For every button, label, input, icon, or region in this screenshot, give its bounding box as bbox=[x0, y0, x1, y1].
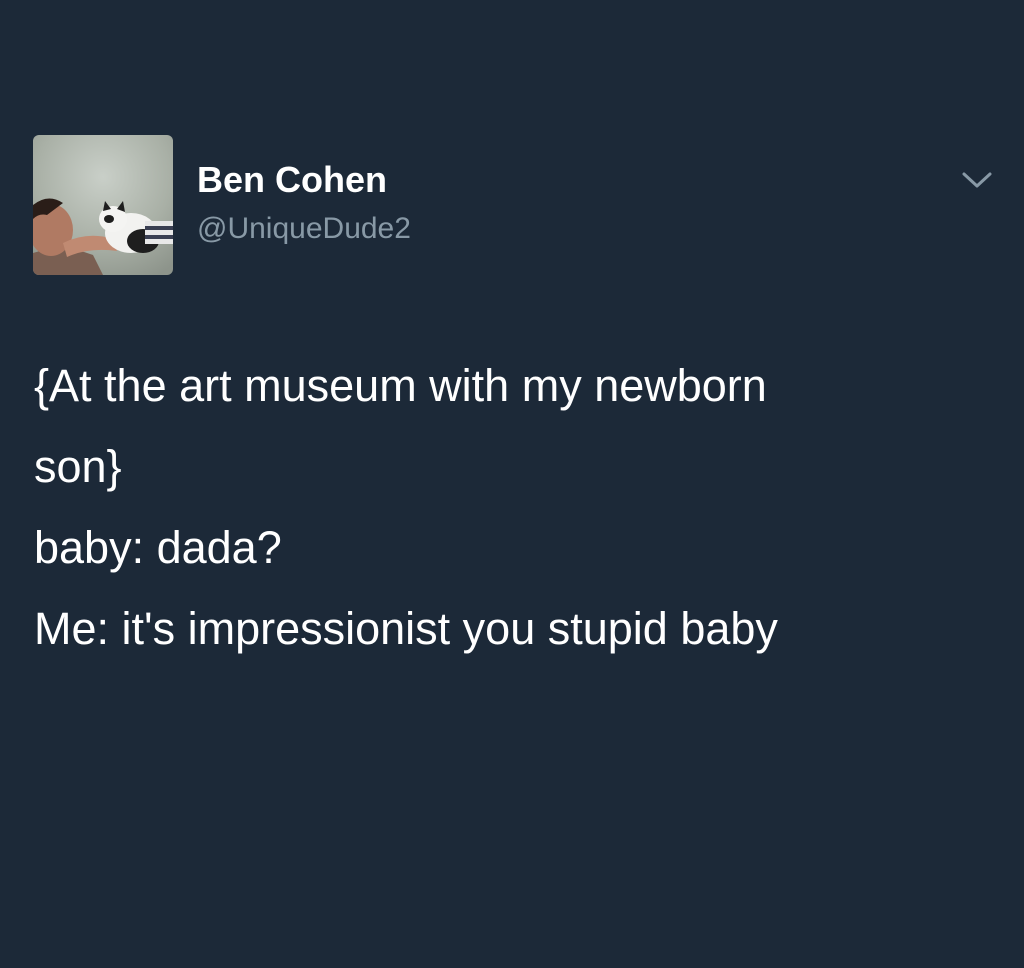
chevron-down-icon bbox=[962, 172, 992, 188]
author-display-name[interactable]: Ben Cohen bbox=[197, 158, 387, 202]
avatar-photo bbox=[33, 135, 173, 275]
tweet-card: Ben Cohen @UniqueDude2 {At the art museu… bbox=[0, 0, 1024, 968]
tweet-text-line: Me: it's impressionist you stupid baby bbox=[34, 603, 778, 654]
tweet-text-line: {At the art museum with my newborn bbox=[34, 360, 767, 411]
tweet-text: {At the art museum with my newborn son} … bbox=[34, 345, 994, 669]
author-handle[interactable]: @UniqueDude2 bbox=[197, 210, 411, 248]
tweet-text-line: son} bbox=[34, 441, 122, 492]
author-avatar[interactable] bbox=[33, 135, 173, 275]
tweet-text-line: baby: dada? bbox=[34, 522, 282, 573]
tweet-menu-button[interactable] bbox=[955, 162, 999, 198]
